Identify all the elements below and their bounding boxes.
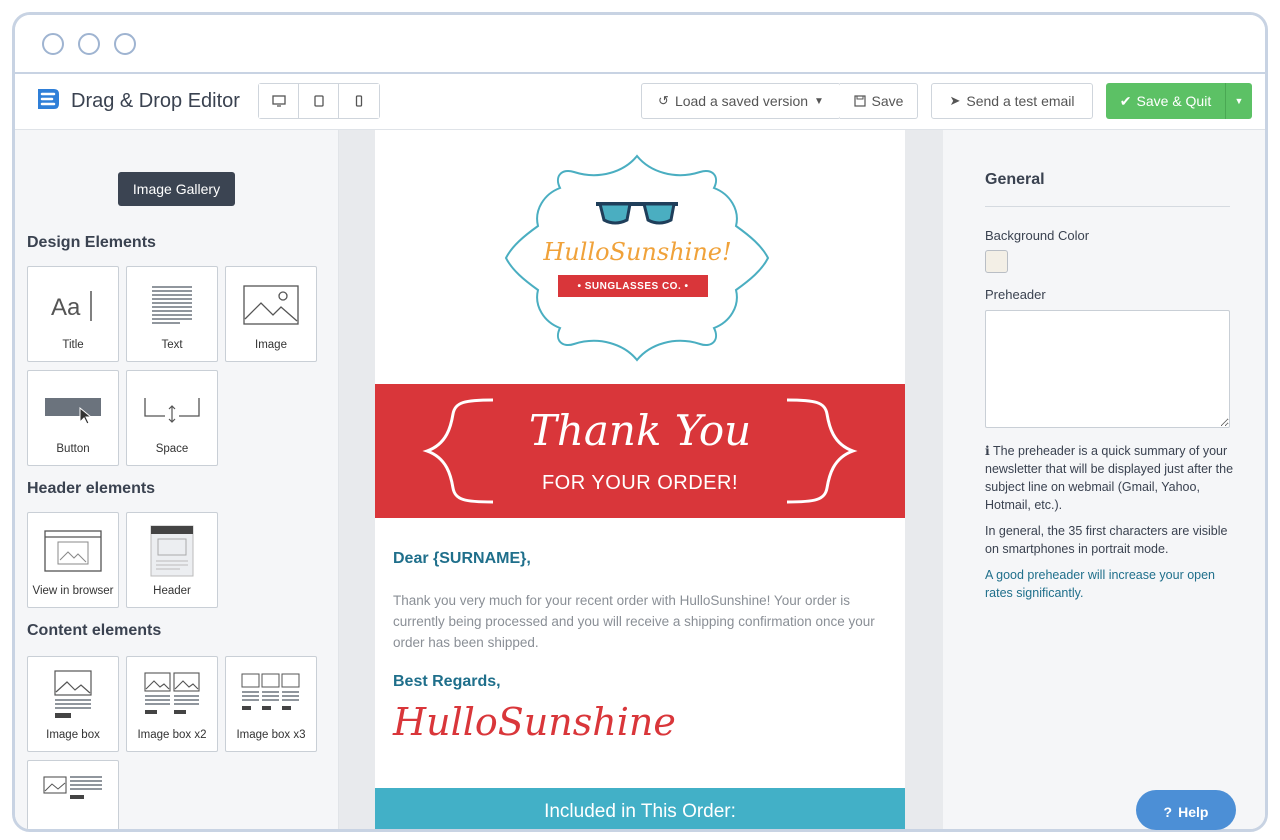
window-minimize-dot[interactable]	[78, 33, 100, 55]
info-circle-icon: ℹ	[985, 444, 990, 458]
brand-logo-icon	[35, 86, 61, 117]
background-color-label: Background Color	[985, 228, 1090, 243]
settings-divider	[985, 206, 1230, 207]
mobile-icon	[355, 95, 363, 107]
logo-ribbon: • SUNGLASSES CO. •	[558, 275, 708, 297]
caret-down-icon: ▼	[814, 95, 824, 107]
included-in-order-heading[interactable]: Included in This Order:	[375, 788, 905, 829]
image-box-x3-icon	[226, 667, 316, 723]
image-box-icon	[28, 667, 118, 723]
image-box-x2-icon	[127, 667, 217, 723]
tablet-icon	[313, 95, 324, 107]
help-button[interactable]: ? Help	[1136, 790, 1236, 830]
mobile-view-button[interactable]	[339, 84, 379, 118]
tile-image-box-x3[interactable]: Image box x3	[225, 656, 317, 752]
image-gallery-button[interactable]: Image Gallery	[118, 172, 235, 206]
sunglasses-icon	[596, 202, 678, 225]
settings-panel: General Background Color Preheader ℹ The…	[943, 130, 1265, 829]
brand-name: Drag & Drop Editor	[71, 89, 240, 112]
email-regards[interactable]: Best Regards,	[393, 673, 501, 691]
save-and-quit-button[interactable]: ✔ Save & Quit ▼	[1106, 83, 1252, 119]
header-layout-icon	[127, 523, 217, 579]
tile-button[interactable]: Button	[27, 370, 119, 466]
device-switcher	[258, 83, 380, 119]
general-settings-title: General	[985, 171, 1045, 188]
svg-text:Aa: Aa	[51, 294, 81, 321]
thank-you-banner[interactable]: Thank You FOR YOUR ORDER!	[375, 384, 905, 518]
preheader-label: Preheader	[985, 287, 1046, 302]
brand-logo[interactable]: HulloSunshine! • SUNGLASSES CO. •	[500, 150, 775, 365]
email-signature[interactable]: HulloSunshine	[393, 700, 676, 744]
logo-wordmark: HulloSunshine!	[543, 238, 732, 266]
caret-down-icon: ▼	[1234, 96, 1244, 106]
send-test-email-button[interactable]: ➤ Send a test email	[931, 83, 1093, 119]
tile-title[interactable]: Aa Title	[27, 266, 119, 362]
text-lines-icon	[127, 277, 217, 333]
window-titlebar	[15, 15, 1265, 74]
image-icon	[226, 277, 316, 333]
tile-image-box-x2[interactable]: Image box x2	[126, 656, 218, 752]
spacer-icon	[127, 381, 217, 437]
email-greeting[interactable]: Dear {SURNAME},	[393, 550, 531, 568]
background-color-picker[interactable]	[985, 250, 1008, 273]
desktop-icon	[271, 95, 286, 107]
paper-plane-icon: ➤	[949, 93, 961, 108]
checkmark-icon: ✔	[1119, 92, 1132, 109]
email-body-text[interactable]: Thank you very much for your recent orde…	[393, 590, 883, 653]
banner-title: Thank You	[528, 406, 752, 455]
tile-view-in-browser[interactable]: View in browser	[27, 512, 119, 608]
image-text-side-icon	[28, 769, 118, 809]
save-button[interactable]: Save	[840, 83, 918, 119]
button-icon	[28, 381, 118, 437]
tile-text[interactable]: Text	[126, 266, 218, 362]
email-canvas: HulloSunshine! • SUNGLASSES CO. • Thank …	[339, 130, 943, 829]
floppy-disk-icon	[853, 95, 866, 107]
history-icon: ↺	[658, 93, 669, 108]
save-and-quit-caret[interactable]: ▼	[1226, 96, 1252, 106]
tile-header[interactable]: Header	[126, 512, 218, 608]
app-window: Drag & Drop Editor ↺ Load a saved versio…	[12, 12, 1268, 832]
title-icon: Aa	[28, 277, 118, 333]
preheader-tip-link[interactable]: A good preheader will increase your open…	[985, 566, 1235, 602]
tile-image[interactable]: Image	[225, 266, 317, 362]
preheader-general-note: In general, the 35 first characters are …	[985, 524, 1228, 556]
tile-image-text-side[interactable]	[27, 760, 119, 829]
tablet-view-button[interactable]	[299, 84, 339, 118]
brand: Drag & Drop Editor	[35, 86, 240, 116]
preheader-textarea[interactable]	[985, 310, 1230, 428]
load-saved-version-button[interactable]: ↺ Load a saved version ▼	[641, 83, 841, 119]
tile-space[interactable]: Space	[126, 370, 218, 466]
elements-sidebar: Image Gallery Design Elements Aa Title T…	[15, 130, 339, 829]
window-close-dot[interactable]	[42, 33, 64, 55]
window-maximize-dot[interactable]	[114, 33, 136, 55]
browser-window-icon	[28, 523, 118, 579]
question-circle-icon: ?	[1163, 804, 1173, 820]
header-elements-title: Header elements	[27, 480, 156, 497]
banner-subtitle: FOR YOUR ORDER!	[541, 472, 739, 494]
desktop-view-button[interactable]	[259, 84, 299, 118]
editor-toolbar: Drag & Drop Editor ↺ Load a saved versio…	[15, 74, 1265, 130]
email-preview[interactable]: HulloSunshine! • SUNGLASSES CO. • Thank …	[375, 130, 905, 829]
content-elements-title: Content elements	[27, 622, 162, 639]
design-elements-title: Design Elements	[27, 234, 156, 251]
save-and-quit-main[interactable]: ✔ Save & Quit	[1106, 83, 1226, 119]
preheader-info: ℹ The preheader is a quick summary of yo…	[985, 444, 1234, 512]
tile-image-box[interactable]: Image box	[27, 656, 119, 752]
